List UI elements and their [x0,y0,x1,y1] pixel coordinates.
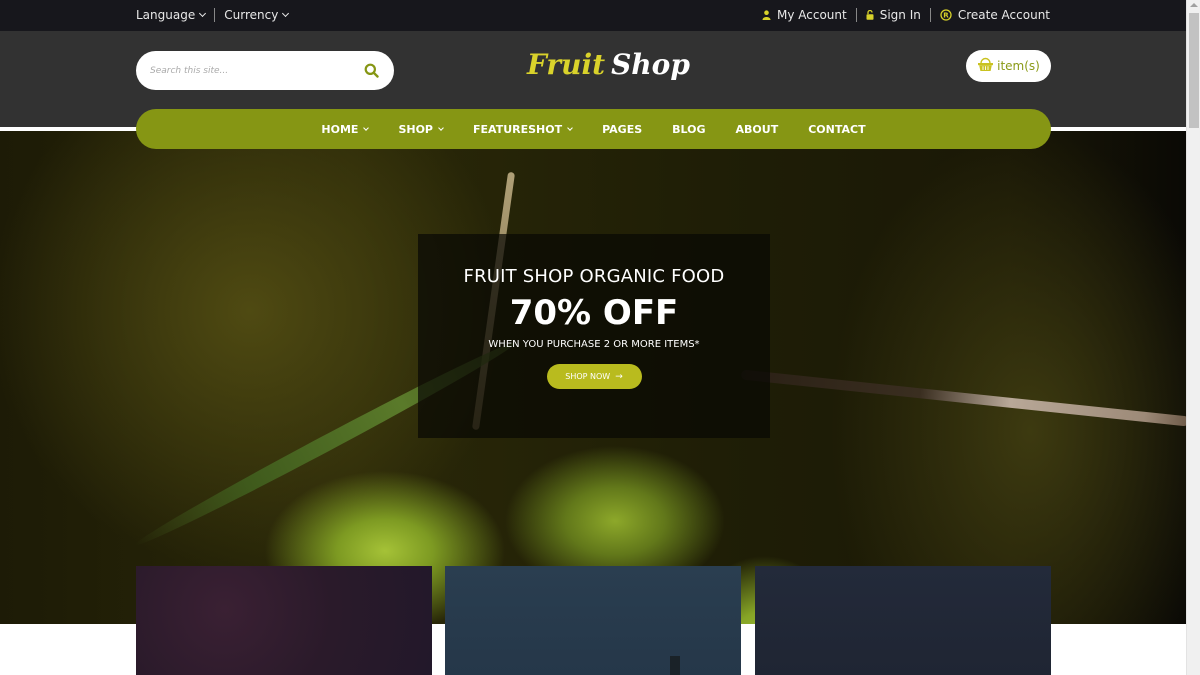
nav-item-home[interactable]: HOME [321,122,370,136]
sign-in-link[interactable]: Sign In [866,8,921,22]
scroll-up-arrow-icon[interactable] [1190,3,1198,7]
registered-icon: R [940,9,952,21]
nav-label: PAGES [602,122,643,136]
category-card[interactable] [136,566,432,675]
search-icon[interactable] [362,62,380,80]
nav-item-featureshot[interactable]: FEATURESHOT [473,122,573,136]
cart-button[interactable]: item(s) [966,50,1051,82]
main-nav: HOME SHOP FEATURESHOT PAGES BLOG ABOUT C… [136,109,1051,149]
promo-title: FRUIT SHOP ORGANIC FOOD [463,266,725,287]
create-account-link[interactable]: R Create Account [940,8,1050,22]
create-account-label: Create Account [957,8,1050,22]
chevron-down-icon [567,124,573,131]
divider [214,8,216,22]
sign-in-label: Sign In [879,8,921,22]
nav-item-contact[interactable]: CONTACT [808,123,865,136]
nav-label: BLOG [672,122,706,136]
site-logo[interactable]: Fruit Shop [527,48,690,81]
logo-fruit: Fruit [527,48,606,81]
chevron-down-icon [363,124,370,131]
shop-now-label: SHOP NOW [565,372,611,381]
nav-item-about[interactable]: ABOUT [736,123,779,136]
my-account-link[interactable]: My Account [762,8,847,22]
my-account-label: My Account [776,8,847,22]
top-bar: Language Currency My Account Sign In R C… [0,0,1186,31]
shop-now-button[interactable]: SHOP NOW → [546,364,642,389]
divider [855,8,857,22]
svg-text:R: R [943,11,949,19]
arrow-right-icon: → [615,371,623,382]
chevron-down-icon [438,124,444,131]
promo-headline: 70% OFF [509,293,679,333]
page-scrollbar[interactable] [1186,0,1200,675]
promo-subtitle: WHEN YOU PURCHASE 2 OR MORE ITEMS* [488,339,700,350]
logo-shop: Shop [611,48,690,81]
basket-icon [977,57,997,75]
currency-dropdown[interactable]: Currency [224,8,290,22]
nav-label: HOME [321,122,359,136]
currency-label: Currency [224,8,279,22]
language-label: Language [136,8,196,22]
card-image-detail [670,656,680,675]
nav-label: ABOUT [735,122,779,136]
chevron-down-icon [282,9,290,18]
language-dropdown[interactable]: Language [136,8,207,22]
lock-icon [866,10,874,20]
nav-item-pages[interactable]: PAGES [602,123,642,136]
divider [929,8,931,22]
scrollbar-thumb[interactable] [1189,13,1199,128]
category-card[interactable] [755,566,1051,675]
category-card[interactable] [445,566,741,675]
user-icon [762,10,771,20]
nav-label: FEATURESHOT [473,122,563,136]
nav-label: SHOP [398,122,433,136]
search-input[interactable] [150,65,362,76]
promo-box: FRUIT SHOP ORGANIC FOOD 70% OFF WHEN YOU… [418,234,770,438]
hero-banner: FRUIT SHOP ORGANIC FOOD 70% OFF WHEN YOU… [0,131,1186,624]
chevron-down-icon [199,9,207,18]
hero-image-branch [740,369,1186,427]
cart-label: item(s) [997,59,1040,73]
search-box [136,51,394,90]
nav-label: CONTACT [808,122,866,136]
nav-item-shop[interactable]: SHOP [398,122,444,136]
nav-item-blog[interactable]: BLOG [672,123,705,136]
